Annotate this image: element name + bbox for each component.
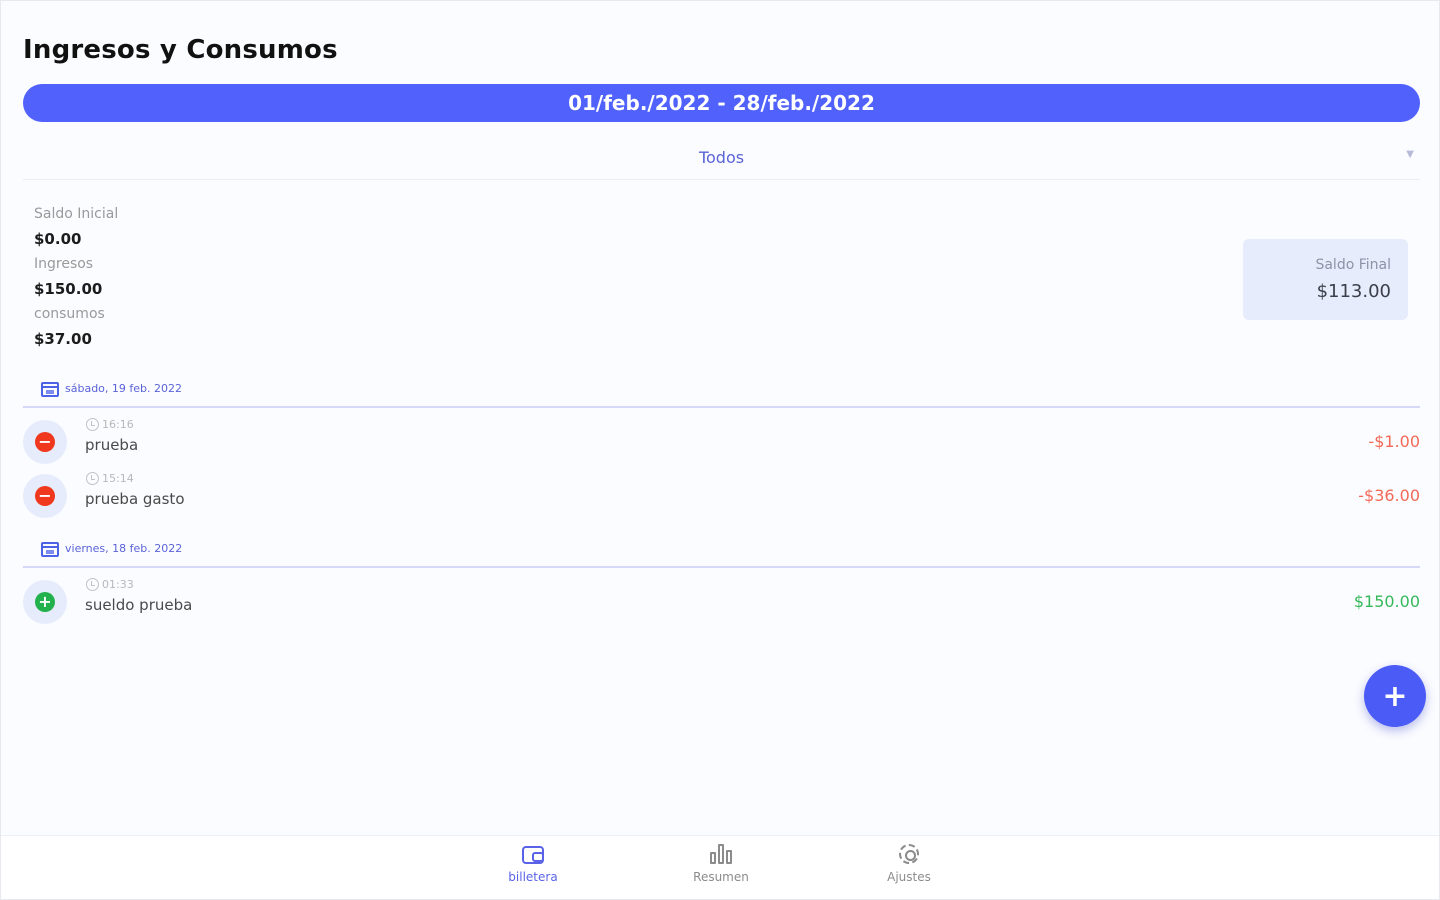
- wallet-icon: [522, 846, 544, 864]
- transaction-type-badge: −: [23, 420, 67, 464]
- category-filter-select[interactable]: Todos ▼: [23, 136, 1420, 180]
- calendar-icon: [41, 382, 59, 397]
- transaction-time: 16:16: [86, 418, 134, 431]
- nav-item-label: billetera: [508, 870, 558, 884]
- transaction-name: prueba gasto: [85, 490, 185, 508]
- transaction-type-badge: +: [23, 580, 67, 624]
- date-range-button[interactable]: 01/feb./2022 - 28/feb./2022: [23, 84, 1420, 122]
- nav-item-label: Ajustes: [887, 870, 931, 884]
- clock-icon: [86, 472, 99, 485]
- nav-item-label: Resumen: [693, 870, 749, 884]
- day-header: viernes, 18 feb. 2022: [23, 542, 1420, 568]
- nav-item-ajustes[interactable]: Ajustes: [859, 842, 959, 884]
- transaction-amount: -$36.00: [1358, 486, 1420, 505]
- transaction-type-badge: −: [23, 474, 67, 518]
- clock-icon: [86, 578, 99, 591]
- chart-icon: [710, 842, 732, 864]
- final-balance-label: Saldo Final: [1315, 257, 1391, 273]
- transaction-time: 15:14: [86, 472, 134, 485]
- page-title: Ingresos y Consumos: [23, 35, 338, 65]
- transaction-amount: -$1.00: [1368, 432, 1420, 451]
- transaction-name: prueba: [85, 436, 139, 454]
- transaction-row[interactable]: − 15:14 prueba gasto -$36.00: [23, 472, 1420, 520]
- minus-icon: −: [35, 432, 55, 452]
- calendar-icon: [41, 542, 59, 557]
- final-balance-card: Saldo Final $113.00: [1243, 239, 1408, 320]
- income-label: Ingresos: [34, 256, 94, 272]
- transaction-name: sueldo prueba: [85, 596, 193, 614]
- income-value: $150.00: [34, 280, 103, 298]
- transaction-amount: $150.00: [1353, 592, 1420, 611]
- transaction-time-text: 01:33: [102, 578, 134, 591]
- consumption-value: $37.00: [34, 330, 92, 348]
- chevron-down-icon: ▼: [1406, 149, 1414, 160]
- add-transaction-button[interactable]: +: [1364, 665, 1426, 727]
- day-header: sábado, 19 feb. 2022: [23, 382, 1420, 408]
- gear-icon: [899, 844, 919, 864]
- filter-selected-value: Todos: [698, 148, 745, 167]
- day-date: sábado, 19 feb. 2022: [65, 382, 183, 395]
- nav-item-resumen[interactable]: Resumen: [671, 842, 771, 884]
- initial-balance-label: Saldo Inicial: [34, 206, 119, 222]
- transaction-time: 01:33: [86, 578, 134, 591]
- transaction-row[interactable]: − 16:16 prueba -$1.00: [23, 418, 1420, 466]
- balance-summary: Saldo Inicial $0.00 Ingresos $150.00 con…: [34, 205, 118, 355]
- minus-icon: −: [35, 486, 55, 506]
- clock-icon: [86, 418, 99, 431]
- bottom-navigation: billetera Resumen Ajustes: [1, 835, 1439, 899]
- initial-balance-value: $0.00: [34, 230, 82, 248]
- transaction-row[interactable]: + 01:33 sueldo prueba $150.00: [23, 578, 1420, 626]
- plus-icon: +: [35, 592, 55, 612]
- date-range-label: 01/feb./2022 - 28/feb./2022: [568, 91, 875, 115]
- day-date: viernes, 18 feb. 2022: [65, 542, 183, 555]
- nav-item-billetera[interactable]: billetera: [483, 842, 583, 884]
- final-balance-value: $113.00: [1316, 281, 1391, 302]
- consumption-label: consumos: [34, 306, 105, 322]
- transaction-time-text: 15:14: [102, 472, 134, 485]
- transaction-time-text: 16:16: [102, 418, 134, 431]
